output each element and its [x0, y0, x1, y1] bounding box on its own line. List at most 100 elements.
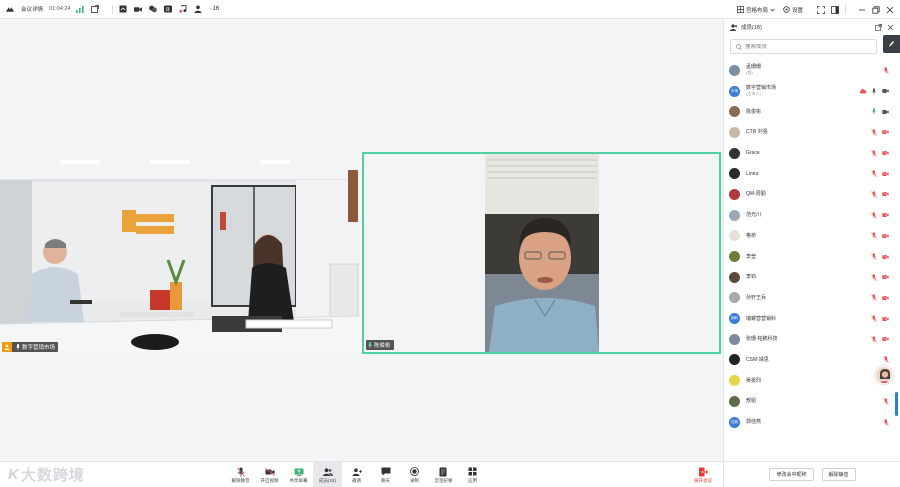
member-status-icons [871, 232, 889, 240]
member-row[interactable]: 佳燕 郭佳燕 [724, 412, 900, 433]
minimize-icon[interactable] [857, 5, 866, 14]
member-name: Linna [746, 171, 758, 177]
member-row[interactable]: CTR 刘强 [724, 122, 900, 143]
member-name-text: 郭佳燕 [746, 419, 762, 426]
mic-muted-icon[interactable] [871, 211, 877, 219]
share-link-icon[interactable] [91, 5, 100, 13]
mic-muted-icon[interactable] [883, 67, 889, 74]
member-search[interactable] [730, 39, 877, 54]
mic-muted-icon[interactable] [871, 232, 877, 240]
member-list-scrollbar[interactable] [895, 392, 898, 416]
close-icon[interactable] [885, 5, 894, 14]
modify-nickname-button[interactable]: 修改会中昵称 [769, 468, 814, 481]
start-video-button[interactable]: 开启视频 [255, 462, 284, 487]
avatar [729, 230, 740, 242]
mic-muted-icon[interactable] [871, 253, 877, 260]
member-row[interactable]: 李钧 [724, 267, 900, 288]
unmute-all-button[interactable]: 解除静音 [821, 468, 856, 481]
member-status-icons [883, 356, 889, 364]
camera-off-icon[interactable] [882, 191, 889, 198]
popout-icon[interactable] [875, 23, 882, 31]
toolbar-buttons: 解除静音 开启视频 共享屏幕 成员(18) 邀请 聊天 录制 云签纪要 应用 [226, 462, 487, 487]
notes-label: 云签纪要 [434, 477, 453, 483]
unmute-button[interactable]: 解除静音 [226, 462, 255, 487]
mic-muted-icon[interactable] [883, 398, 889, 405]
record-button[interactable]: 录制 [400, 462, 429, 487]
mic-muted-icon[interactable] [871, 149, 877, 157]
member-name-text: CTR 刘强 [746, 129, 768, 136]
member-row[interactable]: CSM·靖思 [724, 350, 900, 371]
mic-muted-icon[interactable] [883, 418, 889, 426]
translate-icon[interactable]: 译 [164, 5, 173, 13]
member-row[interactable]: 敖姐 [724, 391, 900, 412]
video-tile-host[interactable]: 数字营销市场 [0, 152, 360, 354]
meeting-details-link[interactable]: 会议详情 [21, 5, 43, 13]
member-row[interactable]: 范光川 [724, 205, 900, 226]
member-row[interactable]: 市场 数字营销市场 (主持人) [724, 81, 900, 102]
mic-muted-icon[interactable] [871, 170, 877, 178]
member-row[interactable]: Linna [724, 163, 900, 184]
mic-muted-icon[interactable] [871, 129, 877, 136]
member-row[interactable]: 张珊-帕鹏科技 [724, 329, 900, 350]
member-row[interactable]: 格桥 [724, 226, 900, 247]
member-row[interactable]: 销科 瑞螺营营销科 [724, 308, 900, 329]
member-row[interactable]: 孙轩王兵 [724, 288, 900, 309]
floating-self-avatar[interactable] [875, 366, 893, 384]
invite-button[interactable]: 邀请 [342, 462, 371, 487]
members-panel: 成员(18) 孟珊珊(我) 市场数字营销市场(主持人) 陈俊彬 CTR 刘强 Grace… [723, 19, 900, 487]
member-row[interactable]: Grace [724, 143, 900, 164]
share-screen-button[interactable]: 共享屏幕 [284, 462, 313, 487]
layout-button[interactable]: 宫格布局 [736, 6, 775, 14]
camera-off-icon[interactable] [882, 170, 889, 177]
leave-meeting-button[interactable]: 离开会议 [689, 462, 717, 487]
member-role: (主持人) [746, 91, 761, 97]
restore-icon[interactable] [871, 5, 880, 14]
member-row[interactable]: 孟珊珊 (我) [724, 60, 900, 81]
member-row[interactable]: 李莹 [724, 246, 900, 267]
close-panel-icon[interactable] [887, 24, 894, 31]
sidebar-toggle-icon[interactable] [830, 5, 839, 14]
mic-muted-icon[interactable] [871, 274, 877, 281]
fullscreen-icon[interactable] [816, 5, 825, 14]
member-name: CTR 刘强 [746, 129, 768, 135]
mic-muted-icon[interactable] [871, 294, 877, 302]
cloud-record-icon[interactable] [859, 87, 877, 95]
camera-off-icon[interactable] [882, 129, 889, 136]
member-row[interactable]: QM-周勤 [724, 184, 900, 205]
members-button[interactable]: 成员(18) [313, 462, 342, 487]
camera-off-icon[interactable] [882, 150, 889, 156]
camera-off-icon[interactable] [882, 295, 889, 301]
member-row[interactable]: 吴晏烈 [724, 370, 900, 391]
members-panel-title: 成员(18) [741, 25, 762, 31]
chat-bubbles-icon[interactable] [149, 5, 158, 13]
camera-on-icon[interactable] [882, 109, 889, 115]
camera-off-icon[interactable] [882, 232, 889, 239]
side-tool-tab[interactable] [883, 35, 900, 53]
avatar: 佳燕 [729, 416, 740, 428]
camera-off-icon[interactable] [882, 274, 889, 281]
mic-muted-icon[interactable] [871, 336, 877, 343]
camera-off-icon[interactable] [882, 212, 889, 219]
apps-button[interactable]: 应用 [458, 462, 487, 487]
member-row[interactable]: 陈俊彬 [724, 101, 900, 122]
camera-off-icon[interactable] [882, 253, 889, 260]
camera-off-icon[interactable] [882, 336, 889, 343]
notes-button[interactable]: 云签纪要 [429, 462, 458, 487]
exit-icon [698, 467, 708, 477]
chat-button[interactable]: 聊天 [371, 462, 400, 487]
music-icon[interactable] [179, 5, 187, 13]
member-name: 数字营销市场 (主持人) [746, 85, 776, 97]
settings-label: 设置 [791, 7, 803, 14]
video-tile-speaker[interactable]: 陈俊彬 [362, 152, 721, 354]
camera-icon[interactable] [134, 5, 143, 13]
whiteboard-icon[interactable] [119, 5, 127, 13]
mic-active-icon[interactable] [871, 108, 877, 116]
settings-button[interactable]: 设置 [783, 6, 803, 14]
mic-muted-icon[interactable] [871, 191, 877, 198]
camera-off-icon[interactable] [882, 315, 889, 322]
camera-on-icon[interactable] [882, 88, 889, 94]
participants-icon [194, 5, 202, 13]
mic-muted-icon[interactable] [871, 315, 877, 322]
member-search-input[interactable] [745, 43, 865, 50]
mic-muted-icon[interactable] [883, 356, 889, 364]
